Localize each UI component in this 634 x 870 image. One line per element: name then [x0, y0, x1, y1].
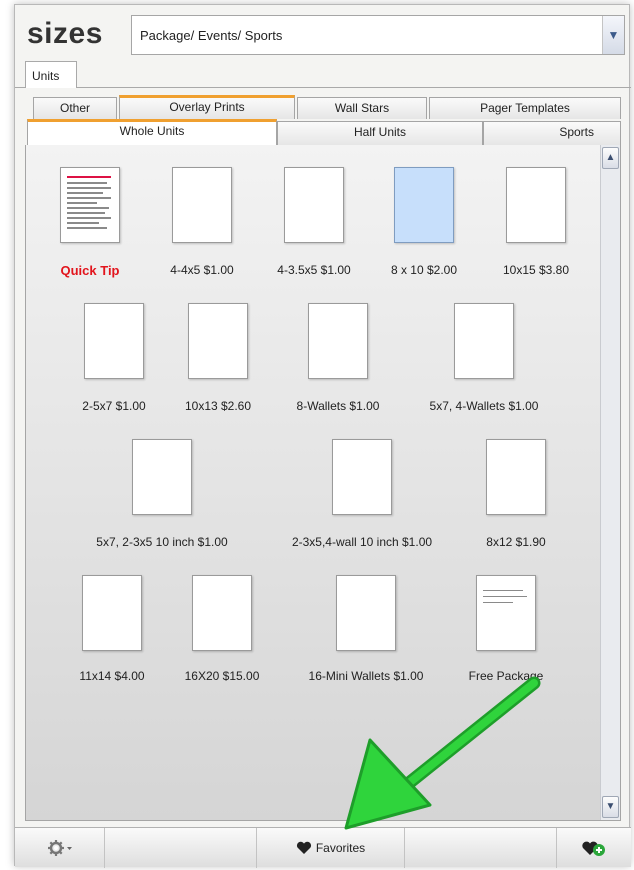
- annotation-arrow: [344, 676, 541, 830]
- tab-units[interactable]: Units: [25, 61, 77, 88]
